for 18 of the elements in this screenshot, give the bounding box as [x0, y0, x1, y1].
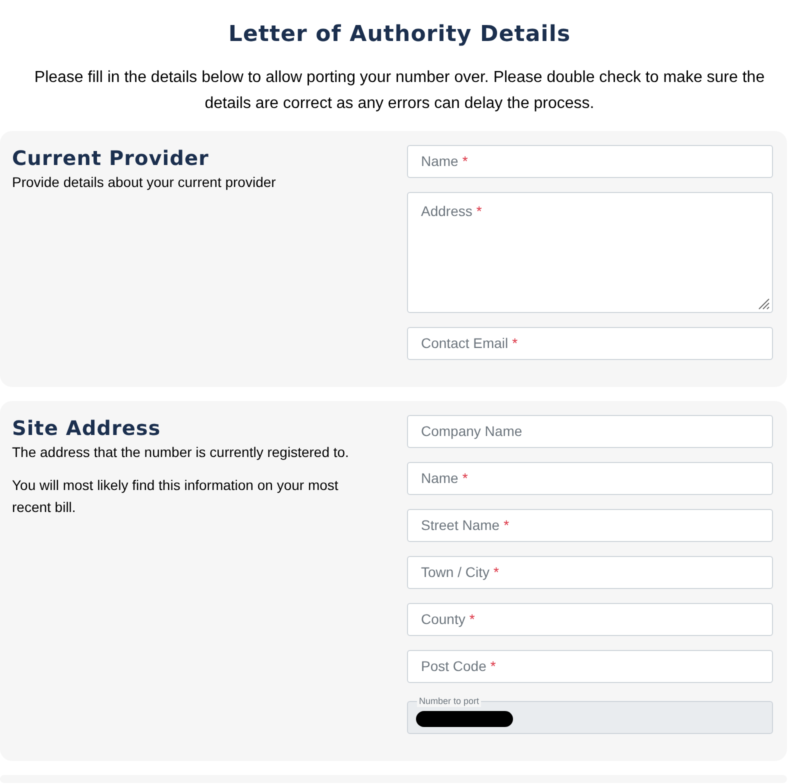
section-heading: Current Provider	[12, 145, 210, 171]
field-label: Number to port	[417, 695, 482, 707]
input-field[interactable]: Contact Email *	[407, 327, 773, 360]
resize-handle-icon[interactable]	[758, 298, 770, 310]
section-description: The address that the number is currently registered to.	[12, 443, 350, 462]
section-description: Provide details about your current provider	[12, 173, 277, 192]
input-field[interactable]: Post Code *	[407, 650, 773, 683]
input-field[interactable]: Company Name	[407, 415, 773, 448]
section-heading: Site Address	[12, 415, 162, 441]
section-description: You will most likely find this information on your most recent bill.	[12, 476, 340, 517]
input-field[interactable]: Name *	[407, 145, 773, 178]
intro-text: Please fill in the details below to allow porting your number over. Please double check to make sure the details are correct as any errors can delay the process.	[33, 68, 766, 114]
textarea-field[interactable]: Address *	[407, 192, 773, 313]
input-field[interactable]: Street Name *	[407, 509, 773, 542]
input-field[interactable]: Name *	[407, 462, 773, 495]
input-field[interactable]: County *	[407, 603, 773, 636]
page-title: Letter of Authority Details	[227, 21, 572, 49]
input-field[interactable]: Town / City *	[407, 556, 773, 589]
